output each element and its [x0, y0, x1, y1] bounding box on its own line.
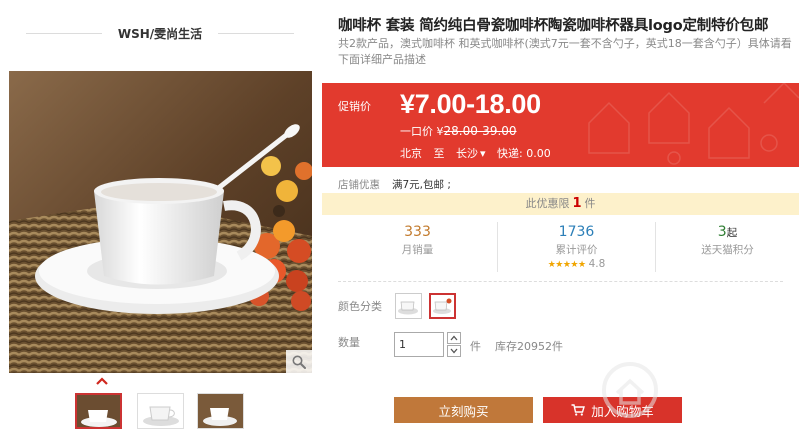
thumbnail-item[interactable] — [197, 393, 244, 429]
thumbnail-scroll-up[interactable] — [95, 376, 109, 386]
points-label: 送天猫积分 — [701, 244, 754, 256]
cart-icon — [571, 404, 586, 416]
chevron-up-icon — [96, 377, 108, 385]
quantity-increment-button[interactable] — [447, 332, 461, 344]
monthly-sales-value: 333 — [404, 224, 431, 240]
product-info: 咖啡杯 套装 简约纯白骨瓷咖啡杯陶瓷咖啡杯器具logo定制特价包邮 共2款产品，… — [322, 0, 799, 429]
sales-stats: 333 月销量 1736 累计评价 ★★★★★ 4.8 3起 送天猫积分 — [322, 222, 799, 272]
decorative-pattern — [588, 83, 799, 165]
limit-prefix: 此优惠限 — [525, 197, 570, 210]
stat-monthly-sales: 333 月销量 — [338, 222, 497, 272]
shipping-info: 北京 至 长沙 ▾ 快递: 0.00 — [400, 145, 559, 161]
product-gallery: WSH/雯尚生活 — [0, 0, 322, 429]
magnifier-icon — [292, 355, 306, 369]
ship-from: 北京 — [400, 147, 422, 160]
original-price-label: 一口价 ¥ — [400, 125, 444, 138]
original-price: 一口价 ¥28.00-39.00 — [400, 123, 517, 139]
reviews-value: 1736 — [558, 224, 595, 240]
main-product-image[interactable] — [9, 71, 312, 373]
ship-to-word: 至 — [433, 147, 445, 160]
stat-points: 3起 送天猫积分 — [656, 222, 799, 272]
rating-stars: ★★★★★ — [547, 260, 586, 270]
add-to-cart-label: 加入购物车 — [591, 403, 654, 419]
add-to-cart-button[interactable]: 加入购物车 — [543, 397, 682, 423]
thumbnail-item[interactable] — [137, 393, 184, 429]
original-price-value: 28.00-39.00 — [443, 124, 517, 138]
price-label: 促销价 — [338, 100, 371, 113]
quantity-label: 数量 — [338, 336, 360, 349]
quantity-unit: 件 — [470, 340, 481, 353]
destination-city: 长沙 — [456, 147, 478, 160]
promo-label: 店铺优惠 — [338, 179, 380, 191]
quantity-input[interactable] — [394, 332, 444, 357]
divider-line — [218, 33, 294, 34]
chevron-down-icon: ▾ — [480, 147, 486, 160]
chevron-down-icon — [450, 348, 458, 354]
divider — [338, 281, 783, 282]
purchase-limit-bar: 此优惠限 1 件 — [322, 193, 799, 215]
color-swatch-option[interactable] — [395, 293, 422, 319]
buy-now-label: 立刻购买 — [438, 403, 489, 419]
color-swatch-option-selected[interactable] — [429, 293, 456, 319]
promo-text: 满7元,包邮 ; — [392, 179, 451, 191]
limit-count: 1 — [572, 196, 582, 211]
quantity-decrement-button[interactable] — [447, 345, 461, 357]
stat-reviews[interactable]: 1736 累计评价 ★★★★★ 4.8 — [497, 222, 656, 272]
destination-selector[interactable]: 长沙 ▾ — [456, 147, 486, 160]
points-value: 3 — [717, 224, 727, 240]
express-fee: 快递: 0.00 — [497, 147, 551, 160]
rating-score: 4.8 — [588, 258, 606, 270]
price-panel: 促销价 ¥7.00-18.00 一口价 ¥28.00-39.00 北京 至 长沙… — [322, 83, 799, 167]
thumbnail-list — [75, 393, 250, 429]
reviews-label: 累计评价 — [555, 244, 598, 256]
shop-header: WSH/雯尚生活 — [26, 22, 294, 44]
zoom-button[interactable] — [286, 350, 312, 373]
stock-count: 库存20952件 — [495, 340, 563, 353]
chevron-up-icon — [450, 335, 458, 341]
buy-now-button[interactable]: 立刻购买 — [394, 397, 533, 423]
points-suffix: 起 — [726, 227, 738, 239]
thumbnail-item[interactable] — [75, 393, 122, 429]
product-title: 咖啡杯 套装 简约纯白骨瓷咖啡杯陶瓷咖啡杯器具logo定制特价包邮 — [338, 18, 769, 34]
shop-promotion: 店铺优惠 满7元,包邮 ; — [338, 177, 451, 192]
product-subtitle: 共2款产品，澳式咖啡杯 和英式咖啡杯(澳式7元一套不含勺子，英式18一套含勺子）… — [338, 37, 792, 66]
promo-price: ¥7.00-18.00 — [400, 89, 541, 119]
limit-suffix: 件 — [584, 197, 596, 210]
color-option-label: 颜色分类 — [338, 300, 382, 313]
monthly-sales-label: 月销量 — [401, 244, 434, 256]
